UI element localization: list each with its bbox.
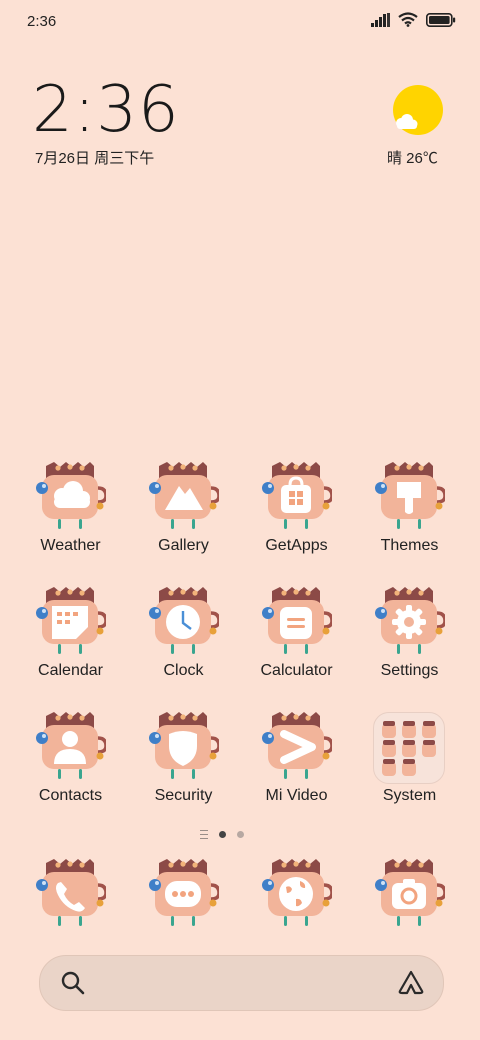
app-label: Weather (40, 537, 101, 554)
app-folder-system[interactable]: System (353, 708, 466, 820)
dock-camera[interactable] (353, 855, 466, 967)
calculator-icon (262, 587, 332, 654)
search-icon[interactable] (60, 970, 86, 996)
wifi-icon (398, 12, 418, 27)
signal-icon (371, 12, 390, 27)
app-label: Calculator (260, 662, 333, 679)
app-security[interactable]: Security (127, 708, 240, 820)
clock-widget-date[interactable]: 7月26日 周三下午 (35, 147, 154, 168)
app-contacts[interactable]: Contacts (14, 708, 127, 820)
cloud-icon (36, 462, 106, 529)
app-gallery[interactable]: Gallery (127, 458, 240, 570)
app-label: Mi Video (265, 787, 328, 804)
clock-widget-time[interactable]: 2:36 (32, 78, 180, 142)
app-settings[interactable]: Settings (353, 583, 466, 695)
play-icon (262, 712, 332, 779)
dock-messages[interactable] (127, 855, 240, 967)
globe-icon (262, 859, 332, 926)
status-time: 2:36 (27, 13, 57, 30)
clock-icon (149, 587, 219, 654)
app-label: Gallery (158, 537, 209, 554)
app-weather[interactable]: Weather (14, 458, 127, 570)
dock (0, 855, 480, 935)
app-calendar[interactable]: Calendar (14, 583, 127, 695)
app-mi-video[interactable]: Mi Video (240, 708, 353, 820)
app-label: Themes (380, 537, 439, 554)
app-clock[interactable]: Clock (127, 583, 240, 695)
app-label: GetApps (265, 537, 328, 554)
page-indicator-menu[interactable] (200, 830, 208, 839)
app-themes[interactable]: Themes (353, 458, 466, 570)
assistant-icon[interactable] (397, 969, 425, 995)
page-dot-current[interactable] (219, 831, 226, 838)
app-label: System (382, 787, 437, 804)
page-dot[interactable] (237, 831, 244, 838)
app-label: Contacts (38, 787, 103, 804)
app-label: Clock (163, 662, 204, 679)
phone-icon (36, 859, 106, 926)
shield-icon (149, 712, 219, 779)
camera-icon (375, 859, 445, 926)
dock-browser[interactable] (240, 855, 353, 967)
app-label: Security (154, 787, 213, 804)
page-indicator[interactable] (200, 830, 244, 839)
app-getapps[interactable]: GetApps (240, 458, 353, 570)
calendar-icon (36, 587, 106, 654)
gear-icon (375, 587, 445, 654)
weather-widget-text[interactable]: 晴 26℃ (387, 147, 438, 168)
battery-icon (426, 12, 456, 27)
app-label: Calendar (38, 662, 103, 679)
shopping-bag-icon (262, 462, 332, 529)
mountain-icon (149, 462, 219, 529)
person-icon (36, 712, 106, 779)
dock-phone[interactable] (14, 855, 127, 967)
sunny-partly-cloudy-icon[interactable] (392, 84, 444, 136)
folder-icon (373, 712, 445, 784)
brush-icon (375, 462, 445, 529)
status-bar: 2:36 (0, 0, 480, 42)
status-icons (371, 12, 456, 27)
app-calculator[interactable]: Calculator (240, 583, 353, 695)
search-bar[interactable] (39, 955, 444, 1011)
chat-bubble-icon (149, 859, 219, 926)
app-label: Settings (380, 662, 439, 679)
